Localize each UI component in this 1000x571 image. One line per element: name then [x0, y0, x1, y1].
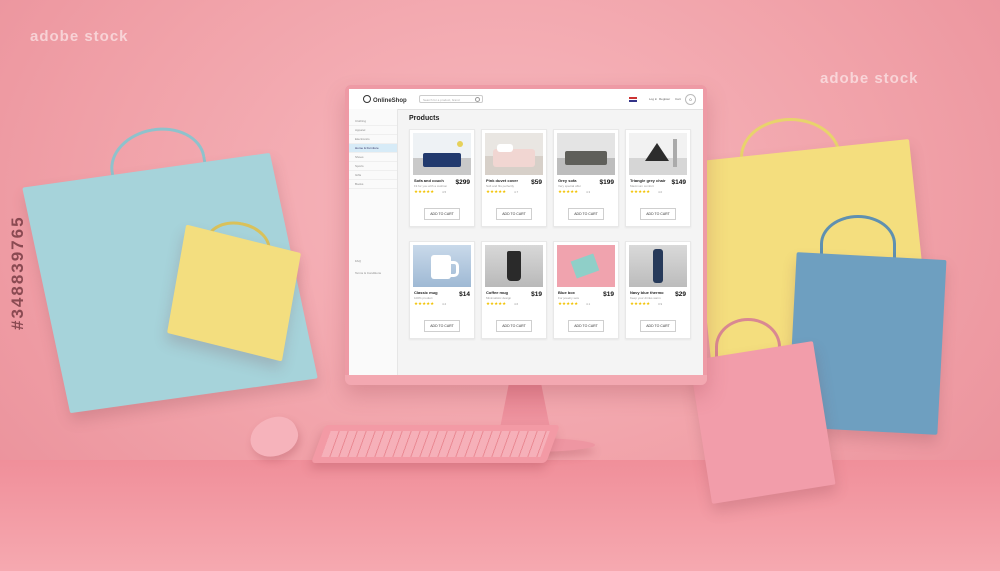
watermark-text: adobe stock — [30, 28, 129, 45]
product-price: $29 — [675, 291, 686, 298]
language-flag-icon[interactable] — [629, 97, 637, 102]
add-to-cart-button[interactable]: ADD TO CART — [640, 320, 676, 332]
product-card[interactable]: Triangle grey chair Maximum comfort $149… — [625, 129, 691, 227]
products-heading: Products — [409, 115, 440, 122]
rating-value: 4.1 — [586, 302, 591, 306]
product-name[interactable]: Navy blue thermo — [630, 290, 664, 295]
floor — [0, 460, 1000, 571]
product-image-mug — [413, 245, 471, 287]
product-card[interactable]: Classic mug 100% product $14 ★★★★★ 4.2 A… — [409, 241, 475, 339]
stock-id: #348839765 — [8, 215, 27, 330]
rating-value: 4.5 — [442, 190, 447, 194]
rating-value: 4.7 — [514, 190, 519, 194]
sidebar-item[interactable]: Sports — [349, 162, 397, 171]
rating-value: 4.0 — [658, 190, 663, 194]
product-name[interactable]: Classic mug — [414, 290, 438, 295]
product-price: $19 — [603, 291, 614, 298]
cart-count-badge[interactable]: 0 — [685, 94, 696, 105]
product-price: $199 — [599, 179, 614, 186]
rating-value: 4.6 — [514, 302, 519, 306]
product-description: Very special offer — [558, 184, 581, 188]
product-image-chair — [629, 133, 687, 175]
monitor-screen: OnlineShop Search for a product, brand L… — [349, 89, 703, 377]
product-image-bed — [485, 133, 543, 175]
product-image-sofa — [413, 133, 471, 175]
monitor-chin — [345, 375, 707, 385]
rating-value: 4.2 — [442, 302, 447, 306]
product-name[interactable]: Blue box — [558, 290, 575, 295]
product-card[interactable]: Navy blue thermo Keep your drinks warm $… — [625, 241, 691, 339]
product-name[interactable]: Triangle grey chair — [630, 178, 666, 183]
rating-value: 3.9 — [658, 302, 663, 306]
watermark-text: adobe stock — [820, 70, 919, 87]
product-name[interactable]: Coffee mug — [486, 290, 508, 295]
search-icon[interactable] — [475, 97, 480, 102]
add-to-cart-button[interactable]: ADD TO CART — [424, 208, 460, 220]
product-description: 100% product — [414, 296, 433, 300]
login-link[interactable]: Log in — [649, 97, 657, 101]
add-to-cart-button[interactable]: ADD TO CART — [496, 208, 532, 220]
product-price: $59 — [531, 179, 542, 186]
product-image-coffee-mug — [485, 245, 543, 287]
rating-stars-icon: ★★★★★ — [414, 189, 435, 194]
search-input[interactable]: Search for a product, brand — [419, 95, 483, 103]
rating-stars-icon: ★★★★★ — [558, 189, 579, 194]
product-price: $149 — [671, 179, 686, 186]
product-description: Minimalistic design — [486, 296, 512, 300]
rating-stars-icon: ★★★★★ — [414, 301, 435, 306]
terms-link[interactable]: Terms & Conditions — [355, 271, 381, 275]
add-to-cart-button[interactable]: ADD TO CART — [640, 208, 676, 220]
product-image-box — [557, 245, 615, 287]
computer-monitor: OnlineShop Search for a product, brand L… — [345, 85, 707, 385]
add-to-cart-button[interactable]: ADD TO CART — [568, 320, 604, 332]
mouse[interactable] — [244, 409, 304, 465]
scene: adobe stock adobe stock adobe stock #348… — [0, 0, 1000, 571]
product-card[interactable]: Coffee mug Minimalistic design $19 ★★★★★… — [481, 241, 547, 339]
rating-stars-icon: ★★★★★ — [630, 301, 651, 306]
product-image-thermo — [629, 245, 687, 287]
sidebar-item[interactable]: Shoes — [349, 153, 397, 162]
product-image-grey-sofa — [557, 133, 615, 175]
rating-value: 4.3 — [586, 190, 591, 194]
product-price: $299 — [455, 179, 470, 186]
product-card[interactable]: Sofa and couch Fit for you with a cushio… — [409, 129, 475, 227]
keyboard[interactable] — [311, 425, 560, 463]
product-name[interactable]: Pink duvet cover — [486, 178, 518, 183]
rating-stars-icon: ★★★★★ — [558, 301, 579, 306]
product-description: Keep your drinks warm — [630, 296, 661, 300]
shop-header: OnlineShop Search for a product, brand L… — [349, 89, 703, 110]
product-price: $19 — [531, 291, 542, 298]
register-link[interactable]: Register — [659, 97, 670, 101]
pink-shopping-bag — [689, 341, 836, 504]
cart-label[interactable]: Cart — [675, 97, 681, 101]
add-to-cart-button[interactable]: ADD TO CART — [496, 320, 532, 332]
product-card[interactable]: Blue box For jewelry sets $19 ★★★★★ 4.1 … — [553, 241, 619, 339]
add-to-cart-button[interactable]: ADD TO CART — [568, 208, 604, 220]
rating-stars-icon: ★★★★★ — [486, 301, 507, 306]
product-description: For jewelry sets — [558, 296, 580, 300]
search-placeholder: Search for a product, brand — [423, 98, 460, 102]
rating-stars-icon: ★★★★★ — [630, 189, 651, 194]
sidebar-item[interactable]: Electronics — [349, 135, 397, 144]
sidebar-item[interactable]: Apparel — [349, 126, 397, 135]
product-name[interactable]: Sofa and couch — [414, 178, 444, 183]
sidebar-item[interactable]: Clothing — [349, 117, 397, 126]
add-to-cart-button[interactable]: ADD TO CART — [424, 320, 460, 332]
shop-logo[interactable]: OnlineShop — [363, 95, 407, 104]
sidebar-item[interactable]: Books — [349, 180, 397, 189]
sidebar-item-active[interactable]: Home & Furniture — [349, 144, 397, 153]
sidebar-item[interactable]: Gifts — [349, 171, 397, 180]
faq-link[interactable]: FAQ — [355, 259, 361, 263]
product-description: Soft and fits perfectly — [486, 184, 515, 188]
product-price: $14 — [459, 291, 470, 298]
rating-stars-icon: ★★★★★ — [486, 189, 507, 194]
product-card[interactable]: Pink duvet cover Soft and fits perfectly… — [481, 129, 547, 227]
product-card[interactable]: Grey sofa Very special offer $199 ★★★★★ … — [553, 129, 619, 227]
logo-icon — [363, 95, 371, 103]
product-description: Fit for you with a cushion — [414, 184, 448, 188]
logo-text: OnlineShop — [373, 98, 407, 104]
product-description: Maximum comfort — [630, 184, 654, 188]
category-sidebar: Clothing Apparel Electronics Home & Furn… — [349, 109, 398, 377]
product-name[interactable]: Grey sofa — [558, 178, 576, 183]
